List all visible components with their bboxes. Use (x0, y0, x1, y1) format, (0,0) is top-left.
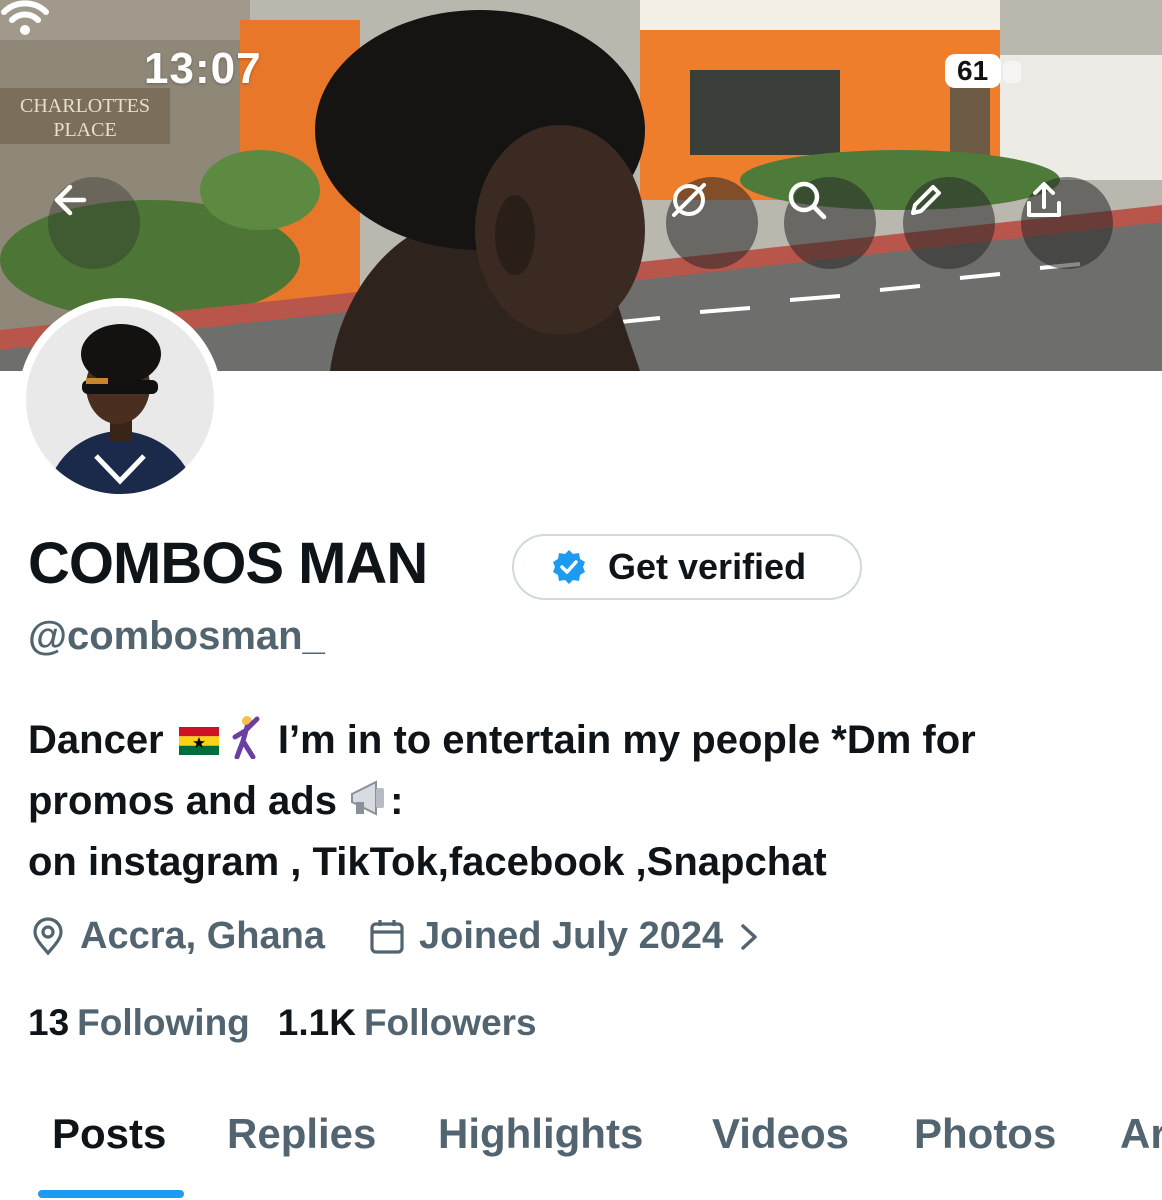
avatar-photo (26, 306, 214, 494)
get-verified-label: Get verified (608, 546, 807, 587)
banner-sign-line1: CHARLOTTES (20, 95, 150, 117)
profile-bio: Dancer I’m in to entertain my people *Dm… (28, 710, 1138, 893)
tab-videos[interactable]: Videos (712, 1110, 849, 1158)
banner-sign-line2: PLACE (53, 119, 116, 141)
get-verified-button[interactable]: Get verified (512, 534, 862, 600)
joined-text: Joined July 2024 (419, 915, 724, 957)
share-button[interactable] (1021, 177, 1113, 269)
bio-line-1: Dancer I’m in to entertain my people *Dm… (28, 710, 1138, 771)
ghana-flag-icon (178, 727, 219, 755)
grok-button[interactable] (666, 177, 758, 269)
bio-line-3: on instagram , TikTok,facebook ,Snapchat (28, 840, 827, 884)
grok-icon (672, 183, 706, 217)
bio-text-dancer: Dancer (28, 718, 164, 762)
chevron-right-icon (741, 923, 757, 950)
arrow-left-icon (54, 184, 87, 216)
display-name: COMBOS MAN (28, 531, 428, 596)
followers-count: 1.1K (277, 1002, 356, 1043)
profile-tabs: Posts Replies Highlights Videos Photos A… (0, 1110, 1162, 1200)
bio-text-main: I’m in to entertain my people *Dm for (277, 718, 976, 762)
tab-photos[interactable]: Photos (914, 1110, 1056, 1158)
location-pin-icon (33, 916, 63, 955)
edit-button[interactable] (903, 177, 995, 269)
wifi-icon (1, 0, 49, 35)
profile-meta: Accra, Ghana Joined July 2024 (28, 915, 815, 958)
following-stat[interactable]: 13 Following (28, 1002, 250, 1044)
pencil-icon (911, 185, 941, 215)
battery-tip (1003, 61, 1021, 83)
followers-label: Followers (363, 1002, 537, 1043)
location-item: Accra, Ghana (28, 915, 325, 958)
tab-replies[interactable]: Replies (227, 1110, 376, 1158)
search-button[interactable] (784, 177, 876, 269)
tab-highlights[interactable]: Highlights (438, 1110, 643, 1158)
following-count: 13 (28, 1002, 70, 1043)
bio-line-2: promos and ads : (28, 771, 1138, 832)
follow-stats: 13 Following 1.1K Followers (28, 1002, 565, 1044)
dancer-icon (232, 716, 260, 759)
active-tab-indicator (38, 1190, 184, 1198)
status-time: 13:07 (144, 44, 262, 93)
profile-handle: @combosman_ (28, 614, 325, 658)
location-text: Accra, Ghana (80, 915, 325, 957)
verified-badge-icon (553, 550, 585, 584)
share-icon (1027, 182, 1061, 217)
search-icon (788, 181, 827, 220)
bio-text-promos: promos and ads (28, 779, 337, 823)
back-button[interactable] (48, 177, 140, 269)
calendar-icon (370, 919, 404, 954)
megaphone-icon (351, 780, 385, 816)
tab-articles[interactable]: Articles (1120, 1110, 1162, 1158)
followers-stat[interactable]: 1.1K Followers (278, 1002, 537, 1044)
battery-level: 61 (945, 54, 1001, 88)
following-label: Following (77, 1002, 250, 1043)
profile-avatar[interactable] (18, 298, 222, 502)
joined-item[interactable]: Joined July 2024 (367, 915, 773, 958)
bio-text-colon: : (390, 779, 404, 823)
tab-posts[interactable]: Posts (52, 1110, 166, 1158)
